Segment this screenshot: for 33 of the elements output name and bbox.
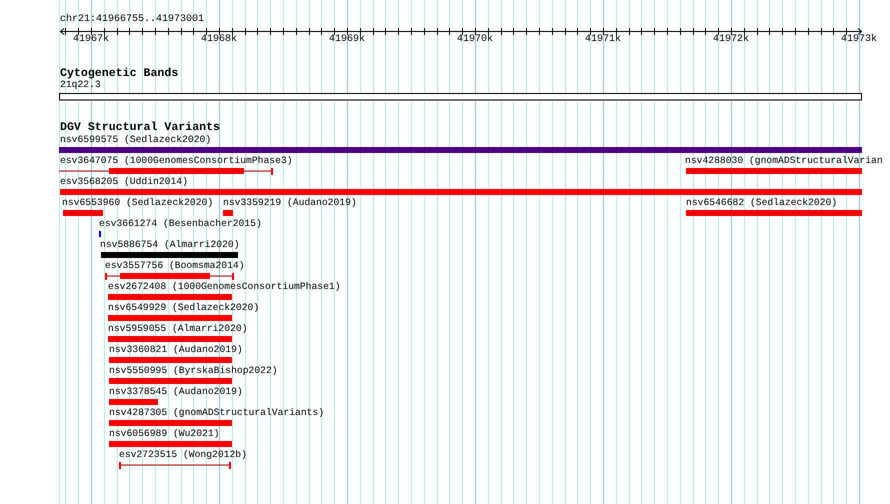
track-title: DGV Structural Variants — [60, 121, 220, 134]
feature-label: nsv6546682 (Sedlazeck2020) — [686, 197, 838, 209]
feature-label: nsv3359219 (Audano2019) — [223, 197, 357, 209]
feature-bar[interactable] — [59, 168, 273, 175]
feature-label: esv3647075 (1000GenomesConsortiumPhase3) — [60, 155, 293, 167]
feature-label: nsv6056989 (Wu2021) — [109, 428, 220, 440]
location-label: chr21:41966755..41973001 — [60, 14, 204, 26]
tick-label: 41969k — [328, 34, 365, 46]
tick-label: 41968k — [200, 34, 237, 46]
feature-label: nsv6553960 (Sedlazeck2020) — [62, 197, 214, 209]
feature-label: nsv6549929 (Sedlazeck2020) — [108, 302, 260, 314]
feature-label: nsv3360821 (Audano2019) — [109, 344, 243, 356]
feature-label: nsv4288030 (gnomADStructuralVarian — [685, 155, 883, 167]
feature-label: esv3661274 (Besenbacher2015) — [99, 218, 262, 230]
feature-label: esv3568205 (Uddin2014) — [60, 176, 188, 188]
feature-bar[interactable] — [105, 273, 234, 280]
feature-label: esv2672408 (1000GenomesConsortiumPhase1) — [108, 281, 341, 293]
feature-bar[interactable] — [119, 462, 231, 469]
feature-label: nsv5550995 (ByrskaBishop2022) — [109, 365, 278, 377]
feature-label: nsv3378545 (Audano2019) — [109, 386, 243, 398]
band-label: 21q22.3 — [60, 79, 101, 91]
feature-label: nsv6599575 (Sedlazeck2020) — [60, 134, 212, 146]
tick-label: 41967k — [72, 34, 109, 46]
feature-label: nsv4287305 (gnomADStructuralVariants) — [109, 407, 324, 419]
feature-label: nsv5886754 (Almarri2020) — [100, 239, 240, 251]
tick-label: 41972k — [712, 34, 749, 46]
feature-label: nsv5959055 (Almarri2020) — [108, 323, 248, 335]
feature-label: esv3557756 (Boomsma2014) — [105, 260, 245, 272]
tick-label: 41973k — [840, 34, 877, 46]
tick-label: 41971k — [584, 34, 621, 46]
tick-label: 41970k — [456, 34, 493, 46]
track-title: Cytogenetic Bands — [60, 67, 178, 80]
feature-label: esv2723515 (Wong2012b) — [119, 449, 247, 461]
